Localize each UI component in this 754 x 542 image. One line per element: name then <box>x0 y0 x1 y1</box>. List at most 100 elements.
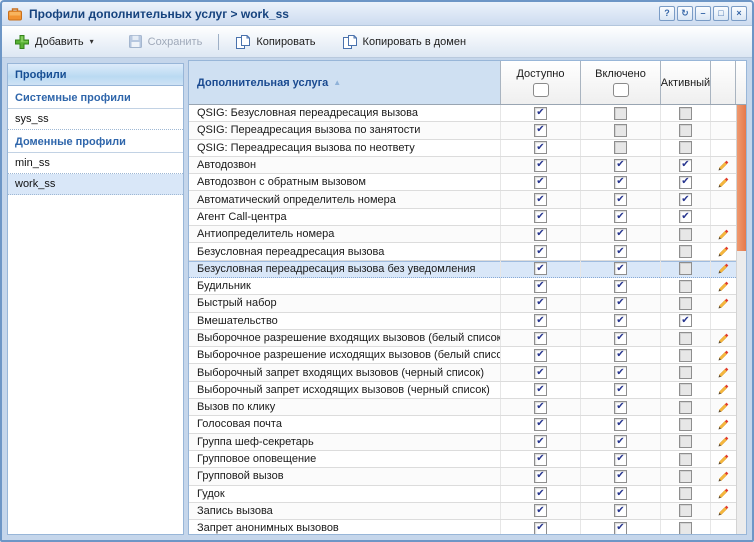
active-checkbox[interactable] <box>679 470 692 483</box>
edit-pencil-icon[interactable] <box>717 297 730 310</box>
enabled-checkbox[interactable]: ✔ <box>614 210 627 223</box>
edit-pencil-icon[interactable] <box>717 176 730 189</box>
available-checkbox[interactable]: ✔ <box>534 332 547 345</box>
available-checkbox[interactable]: ✔ <box>534 193 547 206</box>
table-row[interactable]: Быстрый набор✔✔ <box>189 295 736 312</box>
available-checkbox[interactable]: ✔ <box>534 314 547 327</box>
available-checkbox[interactable]: ✔ <box>534 453 547 466</box>
edit-pencil-icon[interactable] <box>717 366 730 379</box>
enabled-checkbox[interactable]: ✔ <box>614 401 627 414</box>
copy-button[interactable]: Копировать <box>229 30 321 54</box>
available-checkbox[interactable]: ✔ <box>534 487 547 500</box>
table-row[interactable]: Вызов по клику✔✔ <box>189 399 736 416</box>
table-row[interactable]: Групповое оповещение✔✔ <box>189 451 736 468</box>
available-checkbox[interactable]: ✔ <box>534 176 547 189</box>
enabled-checkbox[interactable]: ✔ <box>614 453 627 466</box>
enabled-checkbox[interactable]: ✔ <box>614 470 627 483</box>
column-header-active[interactable]: Активный <box>661 61 711 104</box>
active-checkbox[interactable] <box>679 107 692 120</box>
minimize-button[interactable]: – <box>695 6 711 21</box>
table-row[interactable]: QSIG: Переадресация вызова по неответу✔ <box>189 140 736 157</box>
table-row[interactable]: Групповой вызов✔✔ <box>189 468 736 485</box>
enabled-checkbox[interactable]: ✔ <box>614 228 627 241</box>
available-checkbox[interactable]: ✔ <box>534 366 547 379</box>
active-checkbox[interactable] <box>679 297 692 310</box>
table-row[interactable]: Автоматический определитель номера✔✔✔ <box>189 191 736 208</box>
table-row[interactable]: QSIG: Безусловная переадресация вызова✔ <box>189 105 736 122</box>
edit-pencil-icon[interactable] <box>717 418 730 431</box>
active-checkbox[interactable] <box>679 383 692 396</box>
edit-pencil-icon[interactable] <box>717 245 730 258</box>
column-header-available[interactable]: Доступно <box>501 61 581 104</box>
edit-pencil-icon[interactable] <box>717 349 730 362</box>
available-checkbox[interactable]: ✔ <box>534 401 547 414</box>
available-checkbox[interactable]: ✔ <box>534 297 547 310</box>
active-checkbox[interactable]: ✔ <box>679 159 692 172</box>
active-checkbox[interactable] <box>679 435 692 448</box>
active-checkbox[interactable] <box>679 332 692 345</box>
available-checkbox[interactable]: ✔ <box>534 435 547 448</box>
available-checkbox[interactable]: ✔ <box>534 383 547 396</box>
available-checkbox[interactable]: ✔ <box>534 107 547 120</box>
save-button[interactable]: Сохранить <box>122 30 209 53</box>
edit-pencil-icon[interactable] <box>717 453 730 466</box>
available-select-all-checkbox[interactable] <box>533 83 549 97</box>
sidebar-item-work_ss[interactable]: work_ss <box>8 174 183 195</box>
enabled-checkbox[interactable]: ✔ <box>614 159 627 172</box>
enabled-checkbox[interactable]: ✔ <box>614 193 627 206</box>
active-checkbox[interactable] <box>679 418 692 431</box>
available-checkbox[interactable]: ✔ <box>534 280 547 293</box>
enabled-checkbox[interactable]: ✔ <box>614 297 627 310</box>
table-row[interactable]: Антиопределитель номера✔✔ <box>189 226 736 243</box>
active-checkbox[interactable] <box>679 245 692 258</box>
edit-pencil-icon[interactable] <box>717 332 730 345</box>
available-checkbox[interactable]: ✔ <box>534 470 547 483</box>
table-row[interactable]: QSIG: Переадресация вызова по занятости✔ <box>189 122 736 139</box>
table-row[interactable]: Выборочное разрешение исходящих вызовов … <box>189 347 736 364</box>
enabled-checkbox[interactable] <box>614 124 627 137</box>
edit-pencil-icon[interactable] <box>717 280 730 293</box>
available-checkbox[interactable]: ✔ <box>534 418 547 431</box>
edit-pencil-icon[interactable] <box>717 262 730 275</box>
edit-pencil-icon[interactable] <box>717 487 730 500</box>
edit-pencil-icon[interactable] <box>717 504 730 517</box>
enabled-checkbox[interactable]: ✔ <box>614 332 627 345</box>
enabled-checkbox[interactable] <box>614 141 627 154</box>
active-checkbox[interactable] <box>679 280 692 293</box>
active-checkbox[interactable] <box>679 124 692 137</box>
edit-pencil-icon[interactable] <box>717 401 730 414</box>
enabled-checkbox[interactable]: ✔ <box>614 418 627 431</box>
add-button[interactable]: Добавить ▾ <box>8 30 100 54</box>
column-header-service[interactable]: Дополнительная услуга ▲ <box>189 61 501 104</box>
active-checkbox[interactable]: ✔ <box>679 210 692 223</box>
active-checkbox[interactable]: ✔ <box>679 176 692 189</box>
column-header-enabled[interactable]: Включено <box>581 61 661 104</box>
edit-pencil-icon[interactable] <box>717 159 730 172</box>
available-checkbox[interactable]: ✔ <box>534 124 547 137</box>
edit-pencil-icon[interactable] <box>717 383 730 396</box>
table-row[interactable]: Запись вызова✔✔ <box>189 503 736 520</box>
active-checkbox[interactable] <box>679 522 692 534</box>
table-row[interactable]: Голосовая почта✔✔ <box>189 416 736 433</box>
available-checkbox[interactable]: ✔ <box>534 159 547 172</box>
enabled-checkbox[interactable]: ✔ <box>614 366 627 379</box>
enabled-checkbox[interactable]: ✔ <box>614 176 627 189</box>
enabled-checkbox[interactable]: ✔ <box>614 504 627 517</box>
table-row[interactable]: Автодозвон с обратным вызовом✔✔✔ <box>189 174 736 191</box>
enabled-checkbox[interactable]: ✔ <box>614 487 627 500</box>
available-checkbox[interactable]: ✔ <box>534 349 547 362</box>
enabled-checkbox[interactable]: ✔ <box>614 522 627 534</box>
table-row[interactable]: Выборочное разрешение входящих вызовов (… <box>189 330 736 347</box>
available-checkbox[interactable]: ✔ <box>534 210 547 223</box>
available-checkbox[interactable]: ✔ <box>534 228 547 241</box>
enabled-checkbox[interactable]: ✔ <box>614 383 627 396</box>
enabled-checkbox[interactable]: ✔ <box>614 262 627 275</box>
table-row[interactable]: Выборочный запрет входящих вызовов (черн… <box>189 364 736 381</box>
table-row[interactable]: Безусловная переадресация вызова✔✔ <box>189 243 736 260</box>
refresh-button[interactable]: ↻ <box>677 6 693 21</box>
available-checkbox[interactable]: ✔ <box>534 504 547 517</box>
enabled-checkbox[interactable]: ✔ <box>614 245 627 258</box>
available-checkbox[interactable]: ✔ <box>534 245 547 258</box>
enabled-checkbox[interactable]: ✔ <box>614 435 627 448</box>
enabled-checkbox[interactable]: ✔ <box>614 314 627 327</box>
